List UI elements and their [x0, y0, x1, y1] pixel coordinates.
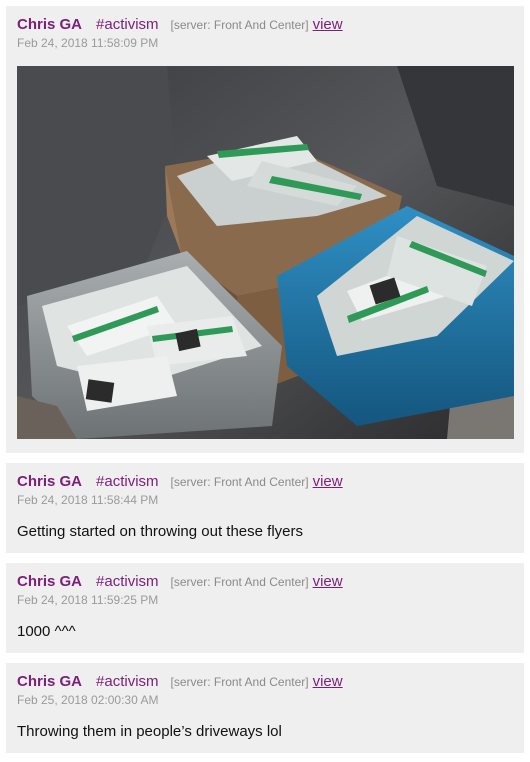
- view-link[interactable]: view: [313, 573, 343, 590]
- message-header: Chris GA #activism [server: Front And Cent…: [17, 473, 343, 491]
- server-label: [server: Front And Center]: [170, 575, 309, 589]
- view-link[interactable]: view: [313, 673, 343, 690]
- channel-name[interactable]: #activism: [96, 673, 159, 690]
- server-label: [server: Front And Center]: [170, 18, 309, 32]
- author-name[interactable]: Chris GA: [17, 473, 82, 490]
- server-label: [server: Front And Center]: [170, 475, 309, 489]
- attachment-image[interactable]: [17, 66, 514, 439]
- author-name[interactable]: Chris GA: [17, 16, 82, 33]
- view-link[interactable]: view: [313, 473, 343, 490]
- channel-name[interactable]: #activism: [96, 473, 159, 490]
- author-name[interactable]: Chris GA: [17, 573, 82, 590]
- message-timestamp: Feb 25, 2018 02:00:30 AM: [17, 693, 159, 707]
- message-header: Chris GA #activism [server: Front And Cent…: [17, 673, 343, 691]
- message-card: Chris GA #activism [server: Front And Cent…: [6, 663, 524, 753]
- photo-flyer-bins: [17, 66, 514, 439]
- view-link[interactable]: view: [313, 16, 343, 33]
- channel-name[interactable]: #activism: [96, 16, 159, 33]
- message-timestamp: Feb 24, 2018 11:58:09 PM: [17, 36, 159, 50]
- message-card: Chris GA #activism [server: Front And Cent…: [6, 6, 524, 453]
- message-header: Chris GA #activism [server: Front And Cent…: [17, 16, 343, 34]
- author-name[interactable]: Chris GA: [17, 673, 82, 690]
- server-label: [server: Front And Center]: [170, 675, 309, 689]
- message-timestamp: Feb 24, 2018 11:59:25 PM: [17, 593, 159, 607]
- message-text: Throwing them in people’s driveways lol: [17, 723, 282, 740]
- message-timestamp: Feb 24, 2018 11:58:44 PM: [17, 493, 159, 507]
- message-text: 1000 ^^^: [17, 623, 76, 640]
- message-header: Chris GA #activism [server: Front And Cent…: [17, 573, 343, 591]
- channel-name[interactable]: #activism: [96, 573, 159, 590]
- message-card: Chris GA #activism [server: Front And Cent…: [6, 563, 524, 653]
- message-text: Getting started on throwing out these fl…: [17, 523, 303, 540]
- message-card: Chris GA #activism [server: Front And Cent…: [6, 463, 524, 553]
